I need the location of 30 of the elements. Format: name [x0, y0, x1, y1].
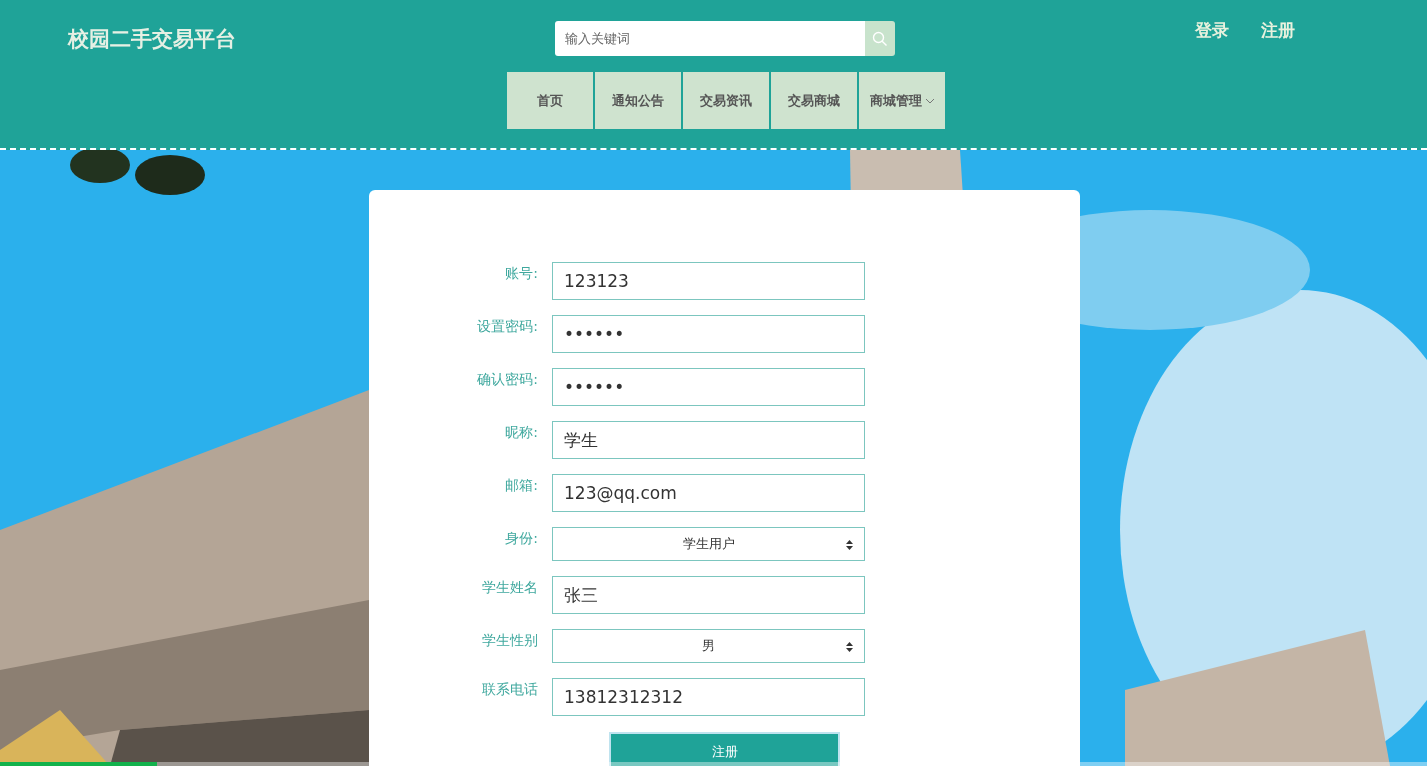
- site-title: 校园二手交易平台: [68, 26, 237, 53]
- search-icon: [872, 30, 888, 47]
- field-label: 邮箱:: [504, 476, 538, 495]
- input-field[interactable]: 123123: [552, 262, 865, 300]
- input-field[interactable]: 张三: [552, 576, 865, 614]
- select-field[interactable]: 男: [552, 629, 865, 663]
- video-progress-bar[interactable]: [0, 762, 1427, 766]
- up-down-arrow-icon: [846, 642, 853, 652]
- field-label: 学生性别: [481, 631, 538, 650]
- nav-tab[interactable]: 交易资讯: [683, 72, 769, 129]
- up-down-arrow-icon: [846, 540, 853, 550]
- input-field[interactable]: ••••••: [552, 368, 865, 406]
- nav-tab[interactable]: 商城管理: [859, 72, 945, 129]
- nav-tab[interactable]: 交易商城: [771, 72, 857, 129]
- field-label: 账号:: [504, 264, 538, 283]
- nav-tab[interactable]: 首页: [507, 72, 593, 129]
- field-label: 设置密码:: [476, 317, 538, 336]
- chevron-down-icon: [924, 97, 935, 104]
- input-field[interactable]: 学生: [552, 421, 865, 459]
- input-field[interactable]: 123@qq.com: [552, 474, 865, 512]
- field-label: 身份:: [504, 529, 538, 548]
- input-field[interactable]: ••••••: [552, 315, 865, 353]
- nav-tab[interactable]: 通知公告: [595, 72, 681, 129]
- search-field[interactable]: 输入关键词: [555, 21, 865, 56]
- field-label: 联系电话: [481, 680, 538, 699]
- input-field[interactable]: 13812312312: [552, 678, 865, 716]
- field-label: 学生姓名: [481, 578, 538, 597]
- field-label: 昵称:: [504, 423, 538, 442]
- field-label: 确认密码:: [476, 370, 538, 389]
- select-field[interactable]: 学生用户: [552, 527, 865, 561]
